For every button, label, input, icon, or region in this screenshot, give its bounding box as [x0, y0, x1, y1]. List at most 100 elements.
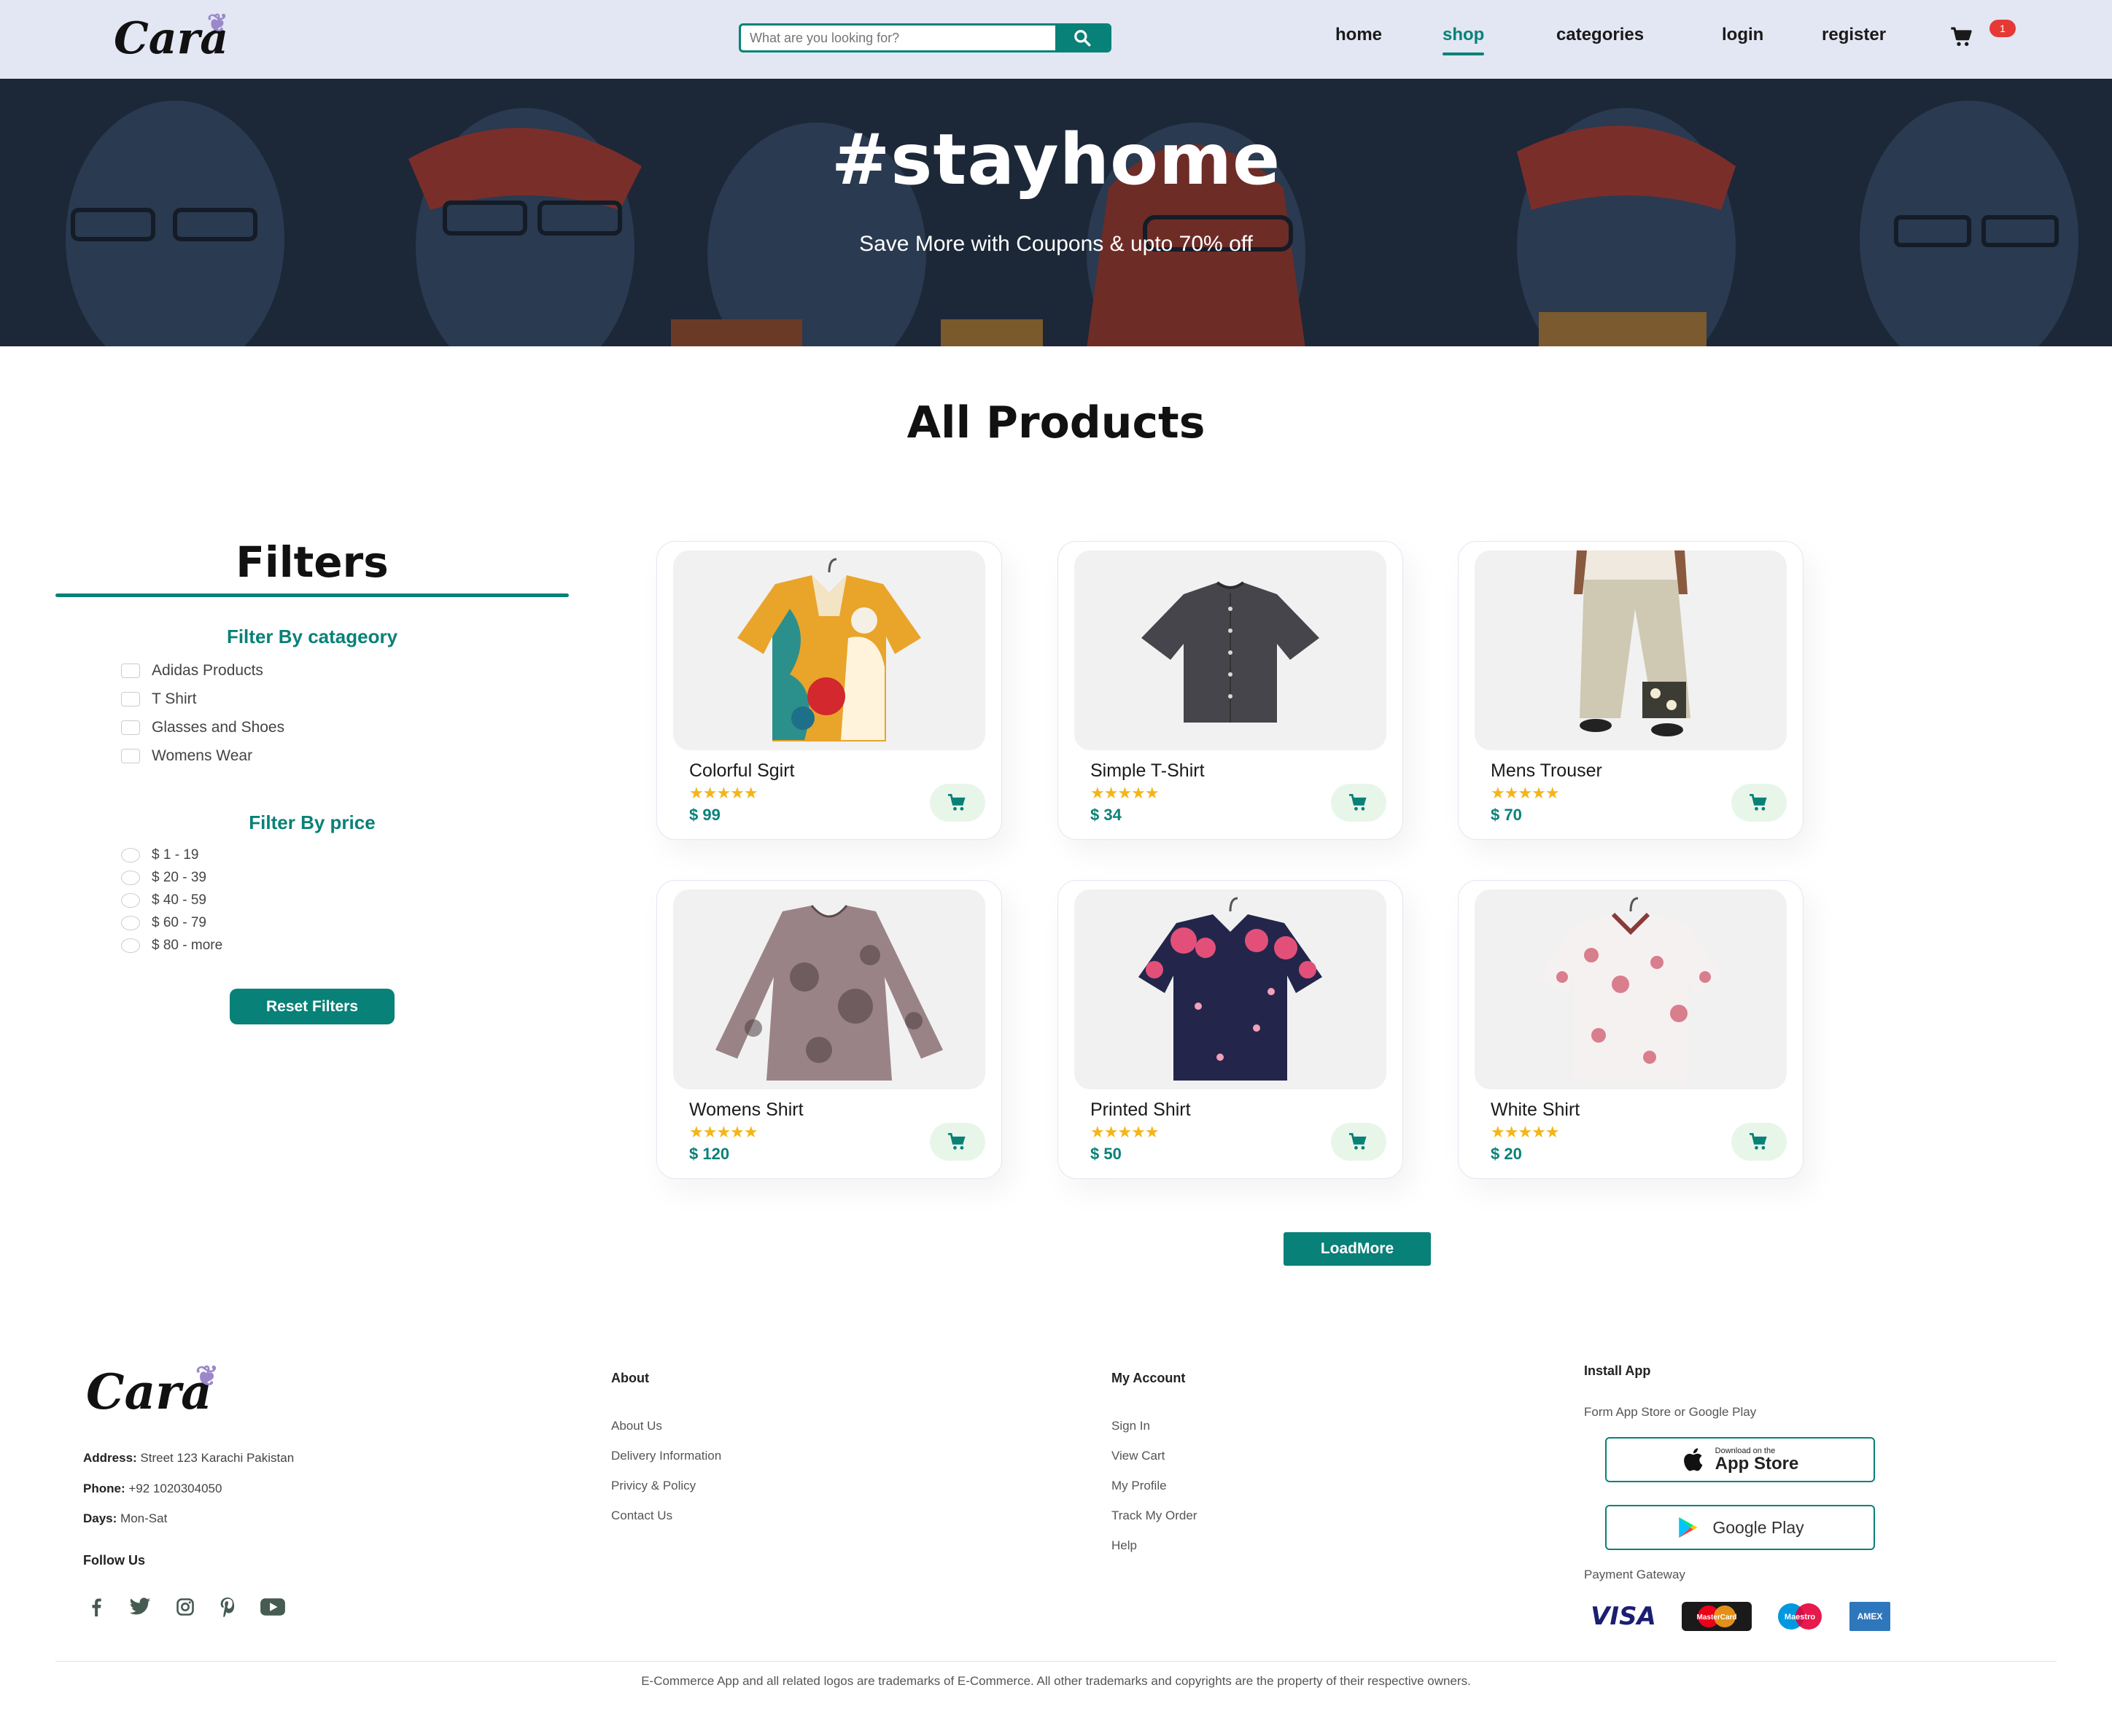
nav-shop[interactable]: shop — [1443, 25, 1485, 55]
radio-button[interactable] — [121, 893, 140, 908]
about-heading: About — [611, 1371, 649, 1385]
checkbox[interactable] — [121, 692, 140, 707]
footer-phone: Phone: +92 1020304050 — [83, 1482, 222, 1495]
product-price: $ 34 — [1090, 806, 1122, 824]
add-to-cart-button[interactable] — [1331, 1123, 1386, 1161]
product-name[interactable]: Mens Trouser — [1491, 760, 1602, 782]
facebook-icon[interactable] — [82, 1597, 111, 1617]
price-option[interactable]: $ 60 - 79 — [121, 915, 206, 931]
product-name[interactable]: Printed Shirt — [1090, 1099, 1191, 1121]
hero-title: #stayhome — [831, 119, 1281, 201]
category-option[interactable]: T Shirt — [121, 690, 196, 708]
checkbox[interactable] — [121, 749, 140, 763]
category-filter-heading: Filter By catageory — [226, 626, 398, 647]
nav-register[interactable]: register — [1822, 25, 1886, 45]
brand-logo[interactable]: Cara ❦ — [114, 9, 228, 64]
product-card[interactable]: Colorful Sgirt ★★★★★ $ 99 — [656, 541, 1002, 840]
copyright-text: E-Commerce App and all related logos are… — [641, 1674, 1471, 1688]
footer-link-delivery[interactable]: Delivery Information — [611, 1449, 721, 1463]
filters-divider — [55, 593, 569, 597]
follow-us-heading: Follow Us — [83, 1553, 145, 1568]
install-app-heading: Install App — [1584, 1363, 1651, 1378]
product-card[interactable]: White Shirt ★★★★★ $ 20 — [1458, 880, 1804, 1179]
cart-icon — [948, 793, 966, 811]
product-price: $ 99 — [689, 806, 721, 824]
footer-link-view-cart[interactable]: View Cart — [1111, 1449, 1165, 1463]
footer-link-sign-in[interactable]: Sign In — [1111, 1419, 1150, 1433]
product-image — [1475, 890, 1787, 1089]
cart-count-badge: 1 — [1989, 20, 2016, 37]
install-app-subtext: Form App Store or Google Play — [1584, 1405, 1757, 1419]
footer-link-help[interactable]: Help — [1111, 1538, 1137, 1553]
search-button[interactable] — [1055, 26, 1109, 50]
payment-gateway-heading: Payment Gateway — [1584, 1568, 1685, 1581]
radio-button[interactable] — [121, 938, 140, 953]
hero-subtitle: Save More with Coupons & upto 70% off — [859, 232, 1253, 256]
cart-icon — [1349, 1132, 1367, 1150]
radio-button[interactable] — [121, 916, 140, 930]
product-card[interactable]: Printed Shirt ★★★★★ $ 50 — [1057, 880, 1403, 1179]
cart-icon — [1750, 1132, 1767, 1150]
nav-login[interactable]: login — [1722, 25, 1763, 45]
search-input[interactable] — [741, 26, 1055, 50]
product-name[interactable]: Simple T-Shirt — [1090, 760, 1205, 782]
cart-icon — [1750, 793, 1767, 811]
pinterest-icon[interactable] — [213, 1597, 242, 1617]
category-option[interactable]: Adidas Products — [121, 662, 263, 680]
category-option[interactable]: Womens Wear — [121, 747, 252, 765]
footer-link-track-order[interactable]: Track My Order — [1111, 1509, 1197, 1523]
add-to-cart-button[interactable] — [1731, 784, 1787, 822]
footer-link-privacy[interactable]: Privicy & Policy — [611, 1479, 696, 1493]
footer-link-contact[interactable]: Contact Us — [611, 1509, 672, 1523]
price-option[interactable]: $ 20 - 39 — [121, 870, 206, 886]
price-option[interactable]: $ 1 - 19 — [121, 847, 198, 863]
product-image — [673, 890, 985, 1089]
add-to-cart-button[interactable] — [1331, 784, 1386, 822]
footer-link-about-us[interactable]: About Us — [611, 1419, 662, 1433]
twitter-icon[interactable] — [125, 1597, 155, 1617]
option-label: $ 60 - 79 — [152, 915, 206, 930]
add-to-cart-button[interactable] — [930, 1123, 985, 1161]
nav-home[interactable]: home — [1335, 25, 1382, 45]
star-rating-icon: ★★★★★ — [689, 1123, 758, 1141]
reset-filters-button[interactable]: Reset Filters — [230, 989, 395, 1024]
option-label: Glasses and Shoes — [152, 719, 285, 736]
product-price: $ 70 — [1491, 806, 1522, 824]
product-card[interactable]: Mens Trouser ★★★★★ $ 70 — [1458, 541, 1804, 840]
footer-logo[interactable]: Cara ❦ — [86, 1359, 219, 1420]
radio-button[interactable] — [121, 871, 140, 885]
google-play-button[interactable]: Google Play — [1605, 1505, 1875, 1550]
radio-button[interactable] — [121, 848, 140, 863]
nav-categories[interactable]: categories — [1556, 25, 1644, 45]
search-icon — [1074, 30, 1091, 47]
cart-button[interactable] — [1950, 26, 1973, 52]
price-option[interactable]: $ 40 - 59 — [121, 892, 206, 908]
category-option[interactable]: Glasses and Shoes — [121, 719, 284, 736]
add-to-cart-button[interactable] — [930, 784, 985, 822]
checkbox[interactable] — [121, 663, 140, 678]
app-store-button[interactable]: Download on the App Store — [1605, 1437, 1875, 1482]
my-account-heading: My Account — [1111, 1371, 1186, 1385]
product-card[interactable]: Simple T-Shirt ★★★★★ $ 34 — [1057, 541, 1403, 840]
search-bar — [739, 23, 1111, 52]
svg-text:Maestro: Maestro — [1785, 1613, 1815, 1622]
star-rating-icon: ★★★★★ — [689, 784, 758, 802]
product-name[interactable]: Colorful Sgirt — [689, 760, 795, 782]
product-card[interactable]: Womens Shirt ★★★★★ $ 120 — [656, 880, 1002, 1179]
product-price: $ 50 — [1090, 1145, 1122, 1163]
checkbox[interactable] — [121, 720, 140, 735]
instagram-icon[interactable] — [171, 1597, 200, 1617]
footer-link-my-profile[interactable]: My Profile — [1111, 1479, 1167, 1493]
load-more-button[interactable]: LoadMore — [1284, 1232, 1431, 1266]
product-image — [1074, 550, 1386, 750]
add-to-cart-button[interactable] — [1731, 1123, 1787, 1161]
product-name[interactable]: Womens Shirt — [689, 1099, 804, 1121]
product-name[interactable]: White Shirt — [1491, 1099, 1580, 1121]
product-price: $ 120 — [689, 1145, 730, 1163]
price-option[interactable]: $ 80 - more — [121, 938, 222, 954]
youtube-icon[interactable] — [258, 1597, 287, 1617]
footer-address: Address: Street 123 Karachi Pakistan — [83, 1451, 295, 1465]
visa-logo: VISA — [1591, 1602, 1656, 1631]
google-play-icon — [1679, 1517, 1698, 1538]
option-label: $ 1 - 19 — [152, 847, 199, 863]
